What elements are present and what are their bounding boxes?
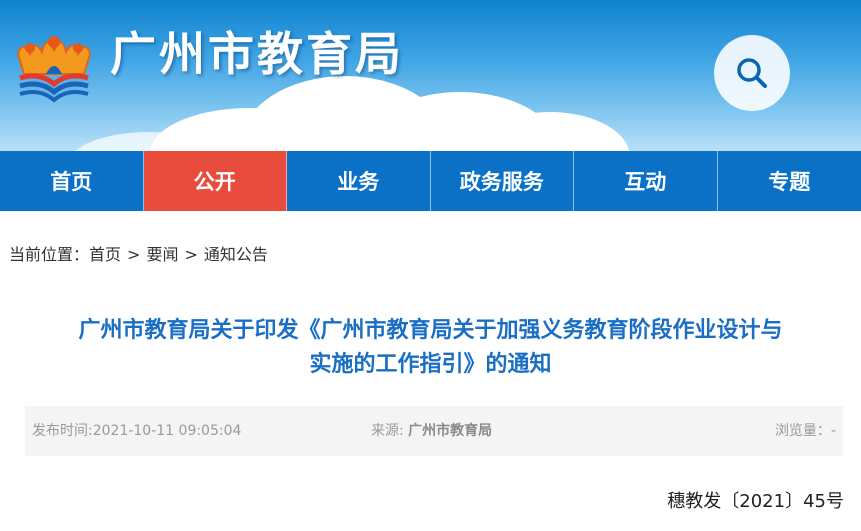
- document-number: 穗教发〔2021〕45号: [667, 491, 844, 512]
- article-title: 广州市教育局关于印发《广州市教育局关于加强义务教育阶段作业设计与 实施的工作指引…: [20, 314, 841, 382]
- source-value: 广州市教育局: [408, 423, 493, 439]
- source-label: 来源:: [371, 423, 404, 439]
- publish-time-label: 发布时间:: [32, 423, 93, 439]
- article-title-line: 广州市教育局关于印发《广州市教育局关于加强义务教育阶段作业设计与: [78, 318, 783, 343]
- breadcrumb-link-home[interactable]: 首页: [89, 245, 121, 264]
- nav-item-government-services[interactable]: 政务服务: [431, 151, 574, 211]
- article-title-line: 实施的工作指引》的通知: [309, 352, 552, 377]
- publish-time-value: 2021-10-11 09:05:04: [92, 423, 242, 439]
- view-count: 浏览量：-: [775, 422, 836, 440]
- site-title: 广州市教育局: [110, 27, 404, 81]
- breadcrumb-prefix: 当前位置：: [9, 245, 90, 264]
- nav-item-topics[interactable]: 专题: [718, 151, 861, 211]
- site-header: 广州市教育局: [0, 0, 861, 151]
- publish-time: 发布时间:2021-10-11 09:05:04: [32, 422, 241, 440]
- nav-item-home[interactable]: 首页: [0, 151, 144, 211]
- main-nav: 首页 公开 业务 政务服务 互动 专题: [0, 151, 861, 211]
- view-count-value: -: [830, 423, 836, 439]
- breadcrumb: 当前位置：首页 > 要闻 > 通知公告: [9, 243, 268, 267]
- breadcrumb-separator: >: [184, 245, 198, 264]
- search-icon: [737, 58, 767, 88]
- source: 来源: 广州市教育局: [371, 422, 492, 440]
- gz-education-logo[interactable]: [10, 18, 98, 106]
- breadcrumb-link-notices[interactable]: 通知公告: [204, 245, 268, 264]
- view-count-label: 浏览量：: [774, 423, 831, 439]
- breadcrumb-separator: >: [127, 245, 141, 264]
- nav-item-business[interactable]: 业务: [287, 151, 431, 211]
- search-button[interactable]: [714, 35, 790, 111]
- nav-item-interaction[interactable]: 互动: [574, 151, 718, 211]
- nav-item-public[interactable]: 公开: [143, 151, 287, 211]
- article-meta-bar: 发布时间:2021-10-11 09:05:04 来源: 广州市教育局 浏览量：…: [25, 406, 843, 456]
- breadcrumb-link-news[interactable]: 要闻: [146, 245, 178, 264]
